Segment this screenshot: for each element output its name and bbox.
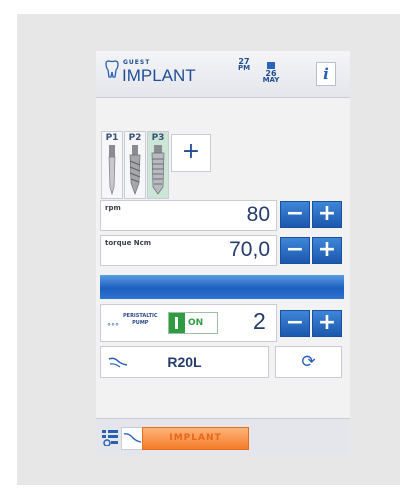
speed-minus-button[interactable]: − [280, 201, 310, 228]
torque-row: torque Ncm 70,0 [100, 235, 277, 266]
header-bar: GUEST IMPLANT 27 PM 26 MAY i [96, 51, 350, 98]
program-label: P3 [151, 133, 165, 143]
date-sub-2: MAY [262, 76, 280, 84]
user-name: GUEST [123, 59, 151, 66]
device-screen: GUEST IMPLANT 27 PM 26 MAY i P1 P2 P3 + … [96, 51, 350, 456]
tooth-icon [105, 60, 119, 78]
torque-plus-button[interactable]: + [312, 237, 342, 264]
program-name-row[interactable]: R20L [100, 346, 269, 378]
pump-label: PERISTALTIC PUMP [123, 313, 158, 327]
drill-icon [108, 145, 116, 195]
torque-minus-button[interactable]: − [280, 237, 310, 264]
program-label: P2 [128, 133, 142, 143]
handpiece-icon [123, 433, 142, 443]
program-name: R20L [167, 354, 202, 370]
implant-mode-button[interactable]: IMPLANT [142, 427, 249, 450]
program-p2[interactable]: P2 [124, 131, 146, 199]
pump-label-line1: PERISTALTIC [123, 313, 158, 319]
bottom-bar: IMPLANT [96, 418, 350, 456]
speed-value: 80 [246, 203, 270, 226]
date-sub-1: PM [237, 64, 251, 72]
program-p3[interactable]: P3 [147, 131, 169, 199]
pump-label-line2: PUMP [132, 320, 149, 326]
add-program-button[interactable]: + [171, 134, 211, 172]
pump-toggle[interactable]: ON [168, 312, 218, 334]
calendar-icon [267, 62, 275, 69]
drops-icon: °°° [107, 322, 119, 331]
rotate-direction-button[interactable]: ⟳ [275, 346, 342, 378]
implant-icon [151, 145, 165, 195]
toggle-knob [169, 313, 185, 333]
torque-value: 70,0 [229, 238, 270, 261]
date-badge-1: 27 PM [234, 58, 254, 72]
info-icon: i [323, 65, 329, 83]
pump-minus-button[interactable]: − [280, 310, 310, 337]
handpiece-button[interactable] [121, 427, 143, 450]
speed-plus-button[interactable]: + [312, 201, 342, 228]
pump-row: °°° PERISTALTIC PUMP ON 2 [100, 304, 277, 342]
pump-plus-button[interactable]: + [312, 310, 342, 337]
speed-row: rpm 80 [100, 200, 277, 231]
speed-label: rpm [105, 204, 121, 212]
tap-drill-icon [129, 145, 141, 195]
program-label: P1 [105, 133, 119, 143]
pump-value: 2 [253, 308, 266, 334]
program-p1[interactable]: P1 [101, 131, 123, 199]
info-button[interactable]: i [316, 62, 336, 86]
refresh-icon: ⟳ [301, 352, 316, 372]
mode-title: IMPLANT [122, 66, 196, 85]
torque-label: torque Ncm [105, 239, 152, 247]
status-bar [100, 275, 344, 299]
date-badge-2: 26 MAY [261, 62, 281, 84]
toggle-state: ON [188, 318, 204, 328]
menu-list-icon[interactable] [102, 429, 118, 446]
